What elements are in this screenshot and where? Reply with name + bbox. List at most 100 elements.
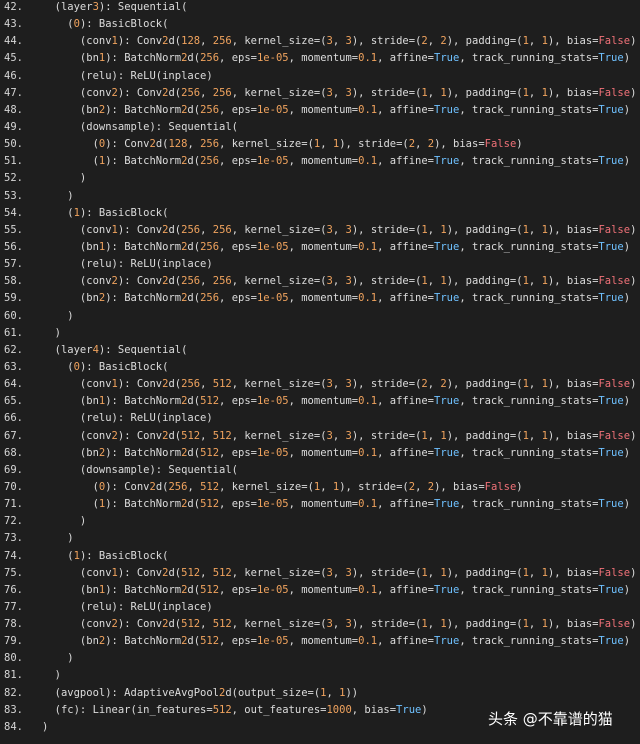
code-line: 57. (relu): ReLU(inplace) <box>0 256 640 273</box>
line-number: 67. <box>4 429 23 442</box>
code-line: 47. (conv2): Conv2d(256, 256, kernel_siz… <box>0 85 640 102</box>
line-number: 72. <box>4 515 23 528</box>
code-text: (conv1): Conv2d(512, 512, kernel_size=(3… <box>42 566 637 579</box>
line-number: 54. <box>4 206 23 219</box>
code-text: ) <box>42 532 74 545</box>
line-number: 64. <box>4 378 23 391</box>
code-text: (0): Conv2d(128, 256, kernel_size=(1, 1)… <box>42 138 523 151</box>
code-line: 45. (bn1): BatchNorm2d(256, eps=1e-05, m… <box>0 50 640 67</box>
code-text: (downsample): Sequential( <box>42 463 238 476</box>
code-line: 53. ) <box>0 188 640 205</box>
code-text: (bn2): BatchNorm2d(256, eps=1e-05, momen… <box>42 292 631 305</box>
code-text: (conv2): Conv2d(256, 256, kernel_size=(3… <box>42 275 637 288</box>
code-line: 66. (relu): ReLU(inplace) <box>0 410 640 427</box>
code-line: 46. (relu): ReLU(inplace) <box>0 68 640 85</box>
code-line: 42. (layer3): Sequential( <box>0 0 640 16</box>
code-text: (bn2): BatchNorm2d(256, eps=1e-05, momen… <box>42 103 631 116</box>
code-text: (bn1): BatchNorm2d(512, eps=1e-05, momen… <box>42 395 631 408</box>
line-number: 77. <box>4 600 23 613</box>
code-text: (conv2): Conv2d(512, 512, kernel_size=(3… <box>42 618 637 631</box>
line-number: 62. <box>4 343 23 356</box>
code-line: 69. (downsample): Sequential( <box>0 462 640 479</box>
code-text: (conv2): Conv2d(256, 256, kernel_size=(3… <box>42 86 637 99</box>
line-number: 59. <box>4 292 23 305</box>
code-line: 77. (relu): ReLU(inplace) <box>0 599 640 616</box>
code-line: 65. (bn1): BatchNorm2d(512, eps=1e-05, m… <box>0 393 640 410</box>
line-number: 65. <box>4 395 23 408</box>
code-line: 72. ) <box>0 513 640 530</box>
code-text: (avgpool): AdaptiveAvgPool2d(output_size… <box>42 686 359 699</box>
code-line: 75. (conv1): Conv2d(512, 512, kernel_siz… <box>0 565 640 582</box>
code-line: 64. (conv1): Conv2d(256, 512, kernel_siz… <box>0 376 640 393</box>
code-line: 62. (layer4): Sequential( <box>0 342 640 359</box>
code-text: ) <box>42 669 61 682</box>
code-line: 51. (1): BatchNorm2d(256, eps=1e-05, mom… <box>0 153 640 170</box>
line-number: 44. <box>4 35 23 48</box>
code-text: (layer3): Sequential( <box>42 1 188 13</box>
code-line: 80. ) <box>0 650 640 667</box>
code-line: 49. (downsample): Sequential( <box>0 119 640 136</box>
line-number: 63. <box>4 360 23 373</box>
code-line: 73. ) <box>0 530 640 547</box>
code-text: (1): BatchNorm2d(256, eps=1e-05, momentu… <box>42 155 631 168</box>
code-line: 78. (conv2): Conv2d(512, 512, kernel_siz… <box>0 616 640 633</box>
line-number: 78. <box>4 618 23 631</box>
code-line: 43. (0): BasicBlock( <box>0 16 640 33</box>
code-text: (downsample): Sequential( <box>42 120 238 133</box>
line-number: 50. <box>4 138 23 151</box>
code-text: (0): Conv2d(256, 512, kernel_size=(1, 1)… <box>42 480 523 493</box>
line-number: 55. <box>4 223 23 236</box>
line-number: 75. <box>4 566 23 579</box>
line-number: 80. <box>4 652 23 665</box>
code-line: 82. (avgpool): AdaptiveAvgPool2d(output_… <box>0 685 640 702</box>
code-text: (bn2): BatchNorm2d(512, eps=1e-05, momen… <box>42 635 631 648</box>
line-number: 47. <box>4 86 23 99</box>
line-number: 66. <box>4 412 23 425</box>
line-number: 61. <box>4 326 23 339</box>
line-number: 48. <box>4 103 23 116</box>
line-number: 82. <box>4 686 23 699</box>
line-number: 53. <box>4 189 23 202</box>
code-line: 58. (conv2): Conv2d(256, 256, kernel_siz… <box>0 273 640 290</box>
code-text: (0): BasicBlock( <box>42 360 169 373</box>
watermark: 头条 @不靠谱的猫 <box>488 710 613 728</box>
code-line: 76. (bn1): BatchNorm2d(512, eps=1e-05, m… <box>0 582 640 599</box>
code-text: ) <box>42 515 87 528</box>
code-text: (layer4): Sequential( <box>42 343 188 356</box>
code-line: 61. ) <box>0 325 640 342</box>
code-text: (bn1): BatchNorm2d(256, eps=1e-05, momen… <box>42 240 631 253</box>
code-text: ) <box>42 652 74 665</box>
line-number: 70. <box>4 480 23 493</box>
code-line: 63. (0): BasicBlock( <box>0 359 640 376</box>
code-line: 52. ) <box>0 170 640 187</box>
line-number: 69. <box>4 463 23 476</box>
code-text: (0): BasicBlock( <box>42 18 169 31</box>
code-line: 55. (conv1): Conv2d(256, 256, kernel_siz… <box>0 222 640 239</box>
code-text: ) <box>42 326 61 339</box>
code-text: (conv1): Conv2d(256, 256, kernel_size=(3… <box>42 223 637 236</box>
line-number: 52. <box>4 172 23 185</box>
code-line: 68. (bn2): BatchNorm2d(512, eps=1e-05, m… <box>0 445 640 462</box>
line-number: 60. <box>4 309 23 322</box>
code-text: (bn1): BatchNorm2d(256, eps=1e-05, momen… <box>42 52 631 65</box>
code-line: 48. (bn2): BatchNorm2d(256, eps=1e-05, m… <box>0 102 640 119</box>
line-number: 49. <box>4 120 23 133</box>
code-listing: 42. (layer3): Sequential(43. (0): BasicB… <box>0 0 640 736</box>
line-number: 43. <box>4 18 23 31</box>
code-text: (conv1): Conv2d(128, 256, kernel_size=(3… <box>42 35 637 48</box>
code-line: 79. (bn2): BatchNorm2d(512, eps=1e-05, m… <box>0 633 640 650</box>
line-number: 51. <box>4 155 23 168</box>
line-number: 58. <box>4 275 23 288</box>
code-text: (relu): ReLU(inplace) <box>42 258 213 271</box>
code-line: 71. (1): BatchNorm2d(512, eps=1e-05, mom… <box>0 496 640 513</box>
line-number: 56. <box>4 240 23 253</box>
code-line: 67. (conv2): Conv2d(512, 512, kernel_siz… <box>0 428 640 445</box>
line-number: 79. <box>4 635 23 648</box>
line-number: 71. <box>4 498 23 511</box>
code-line: 60. ) <box>0 308 640 325</box>
code-line: 54. (1): BasicBlock( <box>0 205 640 222</box>
code-text: (bn2): BatchNorm2d(512, eps=1e-05, momen… <box>42 446 631 459</box>
line-number: 81. <box>4 669 23 682</box>
code-text: (relu): ReLU(inplace) <box>42 412 213 425</box>
line-number: 57. <box>4 258 23 271</box>
